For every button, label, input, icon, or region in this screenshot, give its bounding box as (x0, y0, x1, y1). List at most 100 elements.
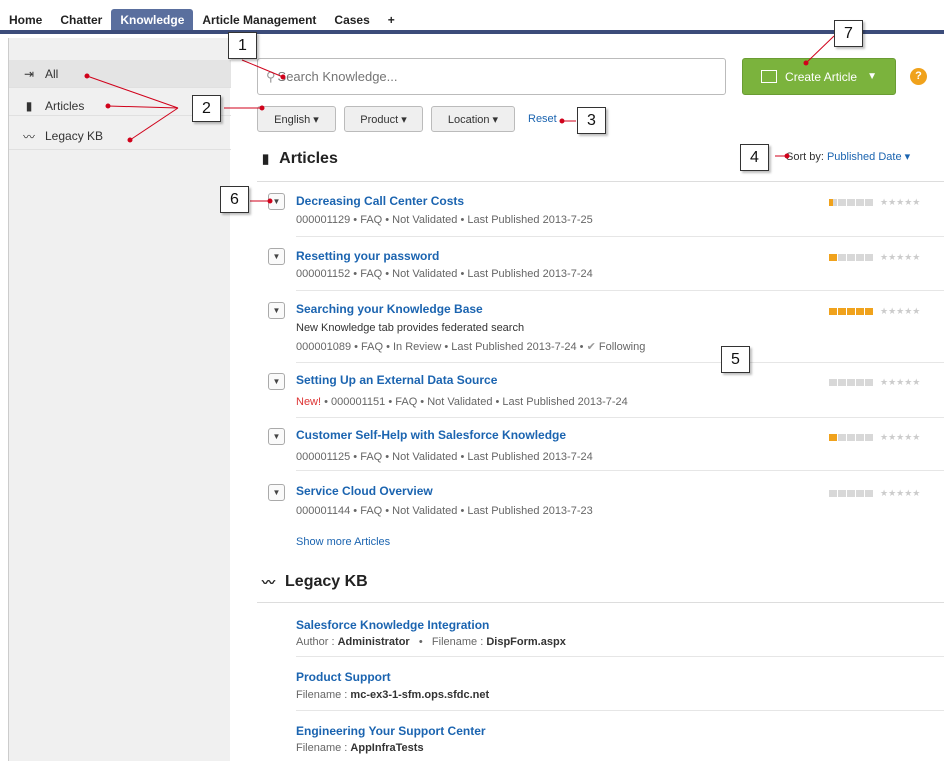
rating-segment (829, 254, 837, 261)
article-meta: New! • 000001151 • FAQ • Not Validated •… (296, 396, 628, 408)
rating-segment (829, 308, 837, 315)
sort-value[interactable]: Published Date ▾ (827, 151, 910, 163)
sort-label: Sort by: (786, 151, 824, 163)
article-menu-toggle[interactable]: ▼ (268, 373, 285, 390)
language-filter[interactable]: English ▾ (257, 106, 336, 132)
add-tab-button[interactable]: + (379, 9, 404, 31)
article-meta-text: • 000001151 • FAQ • Not Validated • Last… (324, 396, 628, 408)
rating-segment (838, 199, 846, 206)
reset-link[interactable]: Reset (528, 113, 557, 125)
filename-label: Filename : (296, 742, 348, 754)
article-title[interactable]: Searching your Knowledge Base (296, 302, 483, 316)
top-navigation: Home Chatter Knowledge Article Managemen… (0, 0, 944, 38)
rating-segment (829, 434, 837, 441)
legacy-item-title[interactable]: Product Support (296, 670, 391, 684)
legacy-item-meta: Filename : AppInfraTests (296, 742, 424, 754)
star-rating-icon: ★★★★★ (880, 252, 921, 262)
rating-segment (847, 254, 855, 261)
new-badge: New! (296, 396, 322, 408)
rating-segment (847, 308, 855, 315)
callout-4: 4 (740, 144, 769, 171)
tab-home[interactable]: Home (0, 9, 51, 31)
rating-segment (865, 434, 873, 441)
sort-control[interactable]: Sort by: Published Date ▾ (786, 150, 910, 163)
article-menu-toggle[interactable]: ▼ (268, 428, 285, 445)
rating-segment (838, 434, 846, 441)
help-icon[interactable]: ? (910, 68, 927, 85)
edit-icon (761, 70, 778, 83)
rating-segment (847, 199, 855, 206)
product-filter[interactable]: Product ▾ (344, 106, 423, 132)
rating-segment (838, 490, 846, 497)
article-rating: ★★★★★ (829, 306, 920, 317)
star-rating-icon: ★★★★★ (880, 377, 921, 387)
rating-segment (847, 490, 855, 497)
article-rating: ★★★★★ (829, 197, 920, 208)
search-box[interactable]: ⚲ (257, 58, 726, 95)
article-menu-toggle[interactable]: ▼ (268, 193, 285, 210)
star-rating-icon: ★★★★★ (880, 488, 921, 498)
callout-7: 7 (834, 20, 863, 47)
star-rating-icon: ★★★★★ (880, 197, 921, 207)
article-rating: ★★★★★ (829, 432, 920, 443)
meta-separator: • (412, 636, 429, 648)
rating-segment (838, 308, 846, 315)
article-title[interactable]: Decreasing Call Center Costs (296, 194, 464, 208)
filename-label: Filename : (431, 636, 484, 648)
article-title[interactable]: Customer Self-Help with Salesforce Knowl… (296, 428, 566, 442)
article-title[interactable]: Setting Up an External Data Source (296, 373, 497, 387)
rating-segment (856, 434, 864, 441)
article-rating: ★★★★★ (829, 488, 920, 499)
show-more-articles-link[interactable]: Show more Articles (296, 536, 390, 548)
rating-segment (829, 199, 837, 206)
legacy-item-meta: Filename : mc-ex3-1-sfm.ops.sfdc.net (296, 689, 489, 701)
following-label[interactable]: Following (599, 341, 645, 353)
tab-cases[interactable]: Cases (325, 9, 378, 31)
article-title[interactable]: Service Cloud Overview (296, 484, 433, 498)
sidebar-item-articles[interactable]: ▮ Articles (21, 96, 85, 116)
rating-segment (865, 308, 873, 315)
article-meta: 000001152 • FAQ • Not Validated • Last P… (296, 268, 593, 280)
star-rating-icon: ★★★★★ (880, 306, 921, 316)
tab-article-management[interactable]: Article Management (193, 9, 325, 31)
all-icon: ⇥ (23, 67, 35, 81)
book-icon: ▮ (262, 151, 270, 166)
sidebar-item-all[interactable]: ⇥ All (21, 64, 58, 84)
callout-6: 6 (220, 186, 249, 213)
location-filter[interactable]: Location ▾ (431, 106, 515, 132)
chevron-down-icon[interactable]: ▼ (867, 71, 877, 82)
rating-segment (856, 199, 864, 206)
article-meta-text: 000001089 • FAQ • In Review • Last Publi… (296, 341, 584, 353)
rating-segment (838, 379, 846, 386)
search-icon: ⚲ (266, 68, 276, 84)
divider (296, 470, 944, 471)
sidebar-item-label: All (45, 67, 59, 81)
article-meta: 000001129 • FAQ • Not Validated • Last P… (296, 214, 593, 226)
rating-segment (865, 199, 873, 206)
divider (296, 710, 944, 711)
divider (296, 290, 944, 291)
divider (296, 236, 944, 237)
article-rating: ★★★★★ (829, 252, 920, 263)
tab-knowledge[interactable]: Knowledge (111, 9, 194, 31)
author-label: Author : (296, 636, 335, 648)
article-menu-toggle[interactable]: ▼ (268, 484, 285, 501)
rating-segment (838, 254, 846, 261)
article-meta: 000001144 • FAQ • Not Validated • Last P… (296, 505, 593, 517)
legacy-item-title[interactable]: Salesforce Knowledge Integration (296, 618, 489, 632)
article-title[interactable]: Resetting your password (296, 249, 439, 263)
legacy-item-title[interactable]: Engineering Your Support Center (296, 724, 486, 738)
rating-segment (829, 490, 837, 497)
article-menu-toggle[interactable]: ▼ (268, 302, 285, 319)
filename-value: DispForm.aspx (486, 636, 566, 648)
legacy-item-meta: Author : Administrator • Filename : Disp… (296, 636, 566, 648)
article-menu-toggle[interactable]: ▼ (268, 248, 285, 265)
create-article-button[interactable]: Create Article ▼ (742, 58, 896, 95)
legacy-kb-icon: 〰 (262, 575, 276, 590)
create-article-label: Create Article (785, 69, 858, 84)
tab-chatter[interactable]: Chatter (51, 9, 111, 31)
nav-tabs: Home Chatter Knowledge Article Managemen… (0, 8, 404, 32)
search-input[interactable] (277, 69, 698, 84)
sidebar-item-legacy-kb[interactable]: 〰 Legacy KB (21, 126, 103, 146)
rating-segment (829, 379, 837, 386)
